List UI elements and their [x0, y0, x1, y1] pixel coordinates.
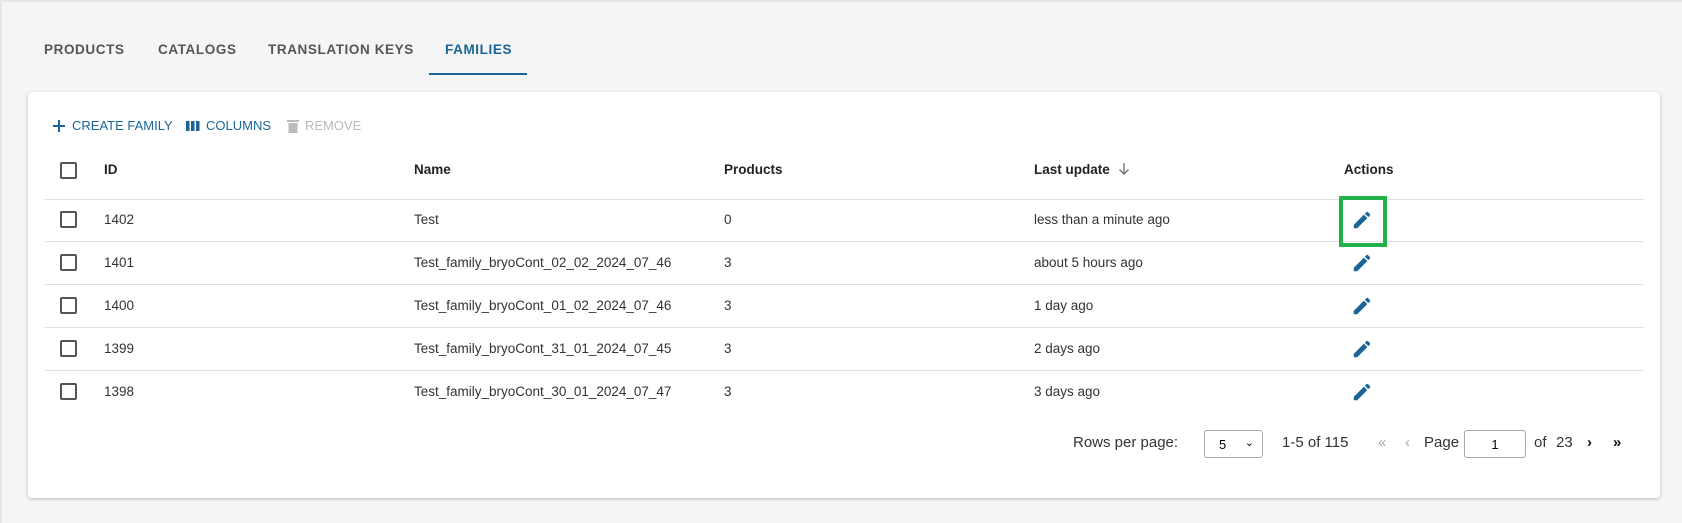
cell-last-update: 1 day ago: [1034, 298, 1094, 313]
of-label: of: [1534, 434, 1547, 451]
cell-name: Test_family_bryoCont_02_02_2024_07_46: [414, 255, 672, 270]
cell-products: 3: [724, 298, 732, 313]
cell-id: 1402: [104, 212, 135, 227]
cell-id: 1401: [104, 255, 135, 270]
row-checkbox[interactable]: [60, 340, 77, 357]
row-checkbox[interactable]: [60, 254, 77, 271]
row-checkbox[interactable]: [60, 297, 77, 314]
header-last-update[interactable]: Last update: [1034, 162, 1130, 177]
page-input[interactable]: 1: [1464, 430, 1526, 458]
columns-button[interactable]: COLUMNS: [186, 118, 271, 133]
next-page-button[interactable]: ›: [1587, 434, 1592, 451]
create-family-button[interactable]: CREATE FAMILY: [52, 118, 173, 133]
cell-id: 1398: [104, 384, 135, 399]
highlight-box: [1339, 196, 1387, 247]
cell-id: 1400: [104, 298, 135, 313]
rows-per-page-select[interactable]: 5 ⌄: [1204, 430, 1263, 458]
header-divider: [45, 199, 1644, 200]
page-label: Page: [1424, 434, 1460, 451]
rows-per-page-label: Rows per page:: [1073, 434, 1179, 451]
row-checkbox[interactable]: [60, 211, 77, 228]
prev-page-button[interactable]: ‹: [1405, 434, 1410, 451]
edit-pencil-icon[interactable]: [1351, 338, 1373, 360]
select-all-checkbox[interactable]: [60, 162, 77, 179]
remove-button[interactable]: REMOVE: [287, 118, 361, 133]
row-divider: [45, 370, 1644, 371]
edit-pencil-icon[interactable]: [1351, 381, 1373, 403]
header-last-update-label: Last update: [1034, 162, 1110, 177]
cell-name: Test: [414, 212, 439, 227]
create-family-label: CREATE FAMILY: [72, 118, 173, 133]
cell-products: 3: [724, 341, 732, 356]
cell-last-update: about 5 hours ago: [1034, 255, 1143, 270]
header-name[interactable]: Name: [414, 162, 451, 177]
families-card: [28, 92, 1660, 498]
cell-last-update: 2 days ago: [1034, 341, 1101, 356]
active-tab-indicator: [429, 73, 527, 75]
cell-products: 3: [724, 384, 732, 399]
row-divider: [45, 284, 1644, 285]
tab-products[interactable]: PRODUCTS: [44, 42, 125, 57]
last-page-button[interactable]: »: [1613, 434, 1621, 451]
cell-id: 1399: [104, 341, 135, 356]
rows-per-page-value: 5: [1219, 437, 1227, 452]
columns-icon: [186, 120, 200, 131]
tab-catalogs[interactable]: CATALOGS: [158, 42, 237, 57]
cell-products: 0: [724, 212, 732, 227]
chevron-down-icon: ⌄: [1244, 437, 1254, 449]
cell-name: Test_family_bryoCont_31_01_2024_07_45: [414, 341, 672, 356]
cell-name: Test_family_bryoCont_30_01_2024_07_47: [414, 384, 672, 399]
header-actions: Actions: [1344, 162, 1394, 177]
sort-arrow-down-icon[interactable]: [1118, 162, 1130, 176]
tab-translation-keys[interactable]: TRANSLATION KEYS: [268, 42, 414, 57]
cell-name: Test_family_bryoCont_01_02_2024_07_46: [414, 298, 672, 313]
header-products[interactable]: Products: [724, 162, 783, 177]
total-pages: 23: [1556, 434, 1573, 451]
cell-last-update: 3 days ago: [1034, 384, 1101, 399]
trash-icon: [287, 119, 299, 133]
columns-label: COLUMNS: [206, 118, 272, 133]
cell-last-update: less than a minute ago: [1034, 212, 1170, 227]
cell-products: 3: [724, 255, 732, 270]
remove-label: REMOVE: [305, 118, 362, 133]
row-divider: [45, 241, 1644, 242]
edit-pencil-icon[interactable]: [1351, 295, 1373, 317]
tab-families[interactable]: FAMILIES: [445, 42, 512, 57]
range-text: 1-5 of 115: [1282, 434, 1349, 451]
header-id[interactable]: ID: [104, 162, 118, 177]
plus-icon: [53, 119, 65, 132]
row-checkbox[interactable]: [60, 383, 77, 400]
first-page-button[interactable]: «: [1378, 434, 1386, 451]
row-divider: [45, 327, 1644, 328]
edit-pencil-icon[interactable]: [1351, 252, 1373, 274]
